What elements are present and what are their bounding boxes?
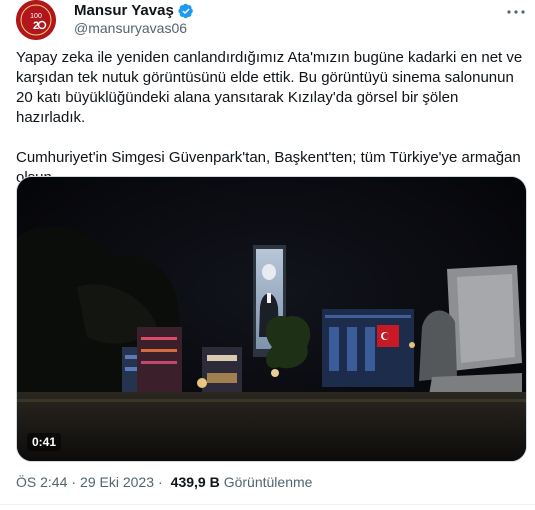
tweet-time[interactable]: ÖS 2:44 <box>16 474 67 490</box>
divider <box>0 504 535 505</box>
avatar-text: 100 <box>30 13 42 20</box>
views-label: Görüntülenme <box>223 474 313 490</box>
tweet-date[interactable]: 29 Eki 2023 <box>80 474 154 490</box>
verified-badge-icon <box>178 3 193 18</box>
tweet-header: 100 2 Mansur Yavaş @mansuryavas06 <box>16 0 526 40</box>
video-duration: 0:41 <box>27 433 62 451</box>
tweet-paragraph-1: Yapay zeka ile yeniden canlandırdığımız … <box>16 49 523 126</box>
views-count: 439,9 B <box>170 474 220 490</box>
meta-separator-1: · <box>71 474 77 490</box>
tweet-meta: ÖS 2:44 · 29 Eki 2023 · 439,9 B Görüntül… <box>16 474 312 490</box>
author-handle[interactable]: @mansuryavas06 <box>74 20 187 36</box>
meta-separator-2: · <box>158 474 163 490</box>
video-thumbnail <box>17 177 526 461</box>
author-name[interactable]: Mansur Yavaş <box>74 2 174 19</box>
avatar[interactable]: 100 2 <box>16 0 56 40</box>
video-player[interactable]: 0:41 <box>16 176 527 462</box>
more-options-icon[interactable] <box>506 4 526 20</box>
